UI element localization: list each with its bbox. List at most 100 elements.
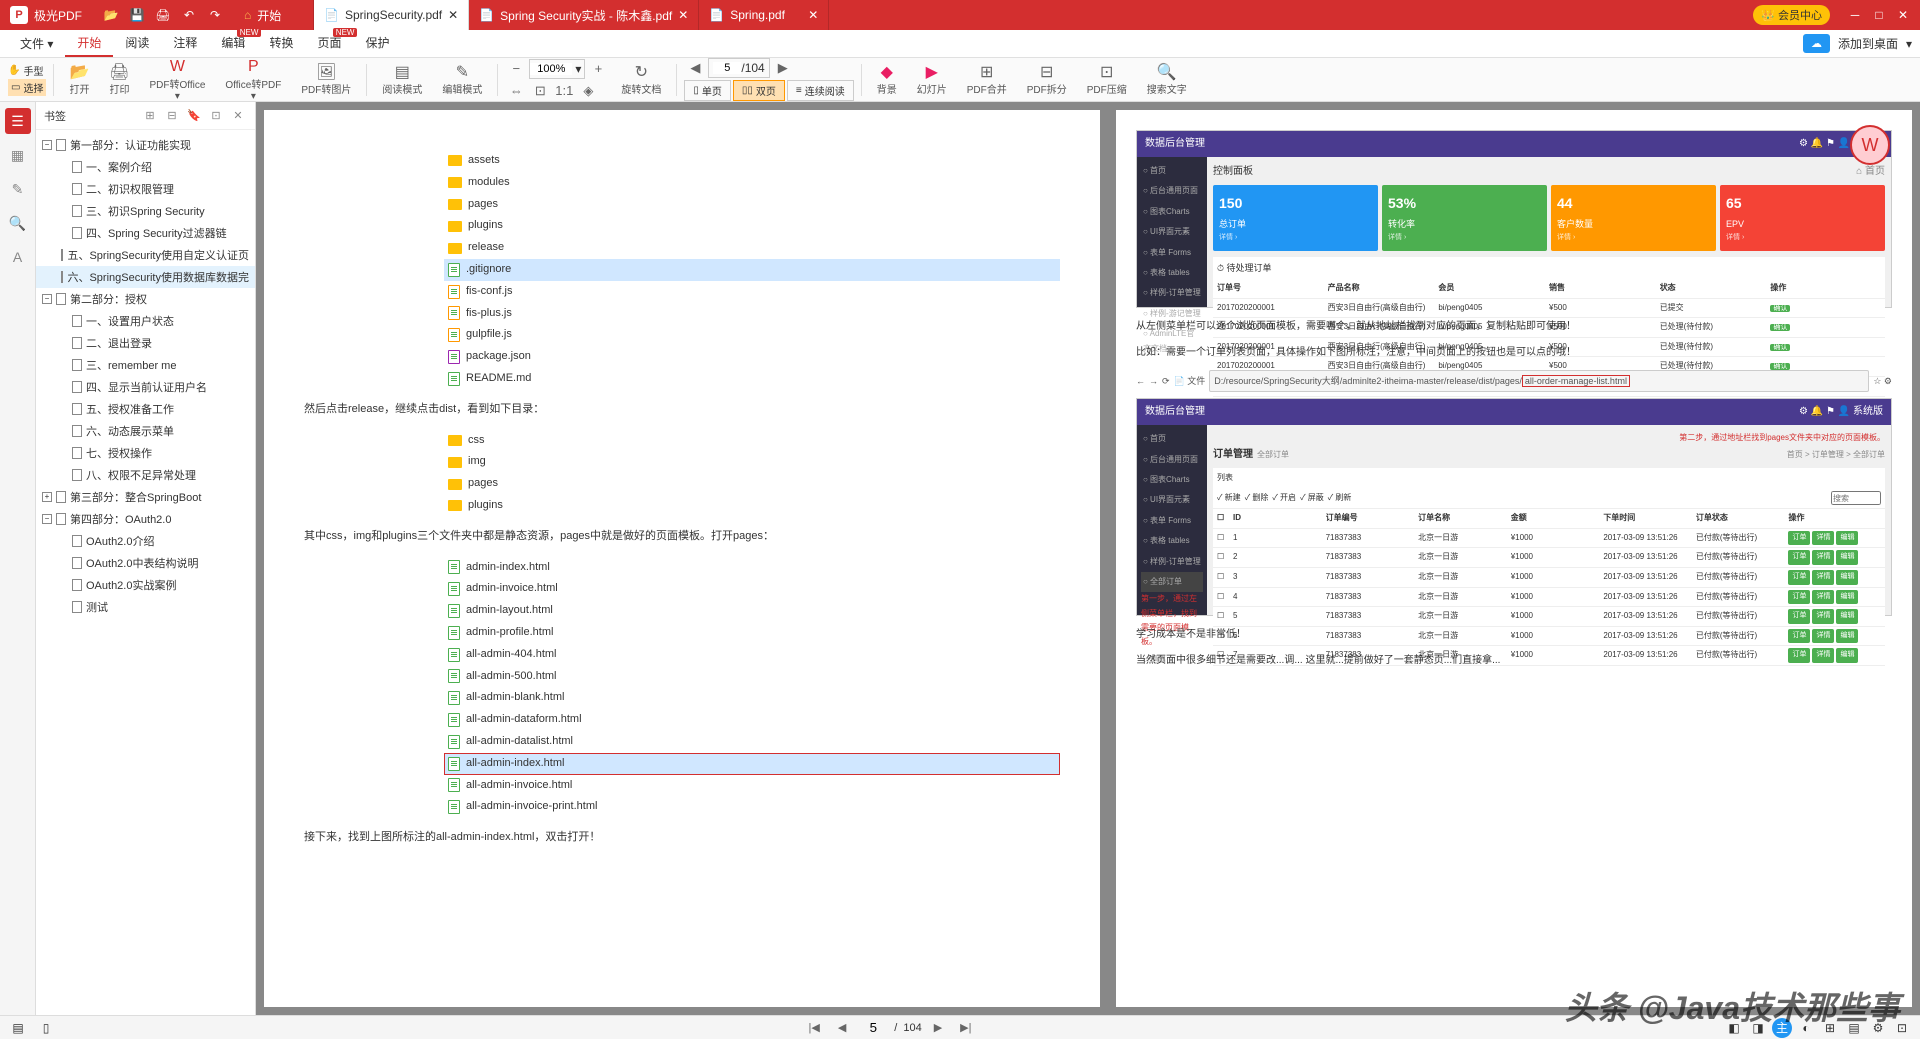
menu-item[interactable]: 注释 xyxy=(161,30,209,57)
background-button[interactable]: ◆背景 xyxy=(869,61,905,98)
bookmark-item[interactable]: 一、设置用户状态 xyxy=(36,310,255,332)
document-tab[interactable]: 📄Spring Security实战 - 陈木鑫.pdf✕ xyxy=(469,0,699,30)
sb-icon-5[interactable]: ▤ xyxy=(1844,1018,1864,1038)
slideshow-button[interactable]: ▶幻灯片 xyxy=(909,61,955,98)
open-button[interactable]: 📂打开 xyxy=(61,61,97,98)
zoom-input[interactable] xyxy=(530,63,572,75)
search-button[interactable]: 🔍搜索文字 xyxy=(1139,61,1195,98)
pdf-to-image-button[interactable]: 🖼PDF转图片 xyxy=(293,61,359,98)
menu-item[interactable]: 保护 xyxy=(353,30,401,57)
bookmark-item[interactable]: 五、授权准备工作 xyxy=(36,398,255,420)
sb-icon-1[interactable]: ◧ xyxy=(1724,1018,1744,1038)
read-mode-button[interactable]: ▤阅读模式 xyxy=(374,61,430,98)
bookmark-item[interactable]: −第二部分：授权 xyxy=(36,288,255,310)
sb-icon-4[interactable]: ⊞ xyxy=(1820,1018,1840,1038)
minimize-icon[interactable]: ─ xyxy=(1844,4,1866,26)
bookmark-item[interactable]: +第三部分：整合SpringBoot xyxy=(36,486,255,508)
tree-toggle-icon[interactable]: − xyxy=(42,140,52,150)
fit-width-icon[interactable]: ⇔ xyxy=(505,81,527,101)
page-input[interactable] xyxy=(713,62,741,74)
menu-item[interactable]: 开始 xyxy=(65,30,113,57)
tab-close-icon[interactable]: ✕ xyxy=(448,8,458,22)
menu-file[interactable]: 文件 ▾ xyxy=(8,31,65,56)
print-button[interactable]: 🖨打印 xyxy=(101,61,137,98)
bookmark-item[interactable]: 一、案例介绍 xyxy=(36,156,255,178)
bookmark-item[interactable]: 七、授权操作 xyxy=(36,442,255,464)
tree-toggle-icon[interactable]: − xyxy=(42,294,52,304)
bookmark-item[interactable]: 五、SpringSecurity使用自定义认证页 xyxy=(36,244,255,266)
edit-mode-button[interactable]: ✎编辑模式 xyxy=(434,61,490,98)
bookmark-item[interactable]: OAuth2.0中表结构说明 xyxy=(36,552,255,574)
sb-icon-3[interactable]: ◐ xyxy=(1796,1018,1816,1038)
bookmark-item[interactable]: 三、初识Spring Security xyxy=(36,200,255,222)
menu-item[interactable]: 阅读 xyxy=(113,30,161,57)
undo-icon[interactable]: ↶ xyxy=(178,4,200,26)
collapse-all-icon[interactable]: ⊟ xyxy=(163,107,181,125)
bookmark-item[interactable]: 六、SpringSecurity使用数据库数据完 xyxy=(36,266,255,288)
continuous-button[interactable]: ≡ 连续阅读 xyxy=(787,80,854,101)
next-page-icon[interactable]: ▶ xyxy=(772,58,794,78)
compress-button[interactable]: ⊡PDF压缩 xyxy=(1079,61,1135,98)
maximize-icon[interactable]: □ xyxy=(1868,4,1890,26)
print-icon[interactable]: 🖨 xyxy=(152,4,174,26)
sidebar-close-icon[interactable]: ✕ xyxy=(229,107,247,125)
merge-button[interactable]: ⊞PDF合并 xyxy=(959,61,1015,98)
menu-item[interactable]: 页面NEW xyxy=(305,30,353,57)
office-to-pdf-button[interactable]: POffice转PDF ▾ xyxy=(217,56,289,104)
zoom-in-icon[interactable]: + xyxy=(587,59,609,79)
pdf-to-office-button[interactable]: WPDF转Office ▾ xyxy=(141,56,213,104)
actual-size-icon[interactable]: 1:1 xyxy=(553,81,575,101)
bookmark-item[interactable]: OAuth2.0实战案例 xyxy=(36,574,255,596)
document-tab[interactable]: 📄SpringSecurity.pdf✕ xyxy=(314,0,469,30)
menu-more-icon[interactable]: ▾ xyxy=(1906,37,1912,51)
bookmark-item[interactable]: 四、显示当前认证用户名 xyxy=(36,376,255,398)
bookmark-options-icon[interactable]: ⊡ xyxy=(207,107,225,125)
next-page-button[interactable]: ▶ xyxy=(928,1019,948,1036)
bookmark-item[interactable]: 六、动态展示菜单 xyxy=(36,420,255,442)
comments-rail-icon[interactable]: ✎ xyxy=(5,176,31,202)
sb-icon-7[interactable]: ⊡ xyxy=(1892,1018,1912,1038)
bookmark-add-icon[interactable]: 🔖 xyxy=(185,107,203,125)
attachments-rail-icon[interactable]: 🔍 xyxy=(5,210,31,236)
double-page-button[interactable]: ▯▯ 双页 xyxy=(733,80,785,101)
menu-item[interactable]: 转换 xyxy=(257,30,305,57)
thumbnails-rail-icon[interactable]: ▦ xyxy=(5,142,31,168)
select-tool[interactable]: ▭ 选择 xyxy=(8,79,46,96)
tab-close-icon[interactable]: ✕ xyxy=(678,8,688,22)
prev-page-button[interactable]: ◀ xyxy=(832,1019,852,1036)
status-page-input[interactable] xyxy=(858,1020,888,1035)
bookmark-item[interactable]: 八、权限不足异常处理 xyxy=(36,464,255,486)
zoom-out-icon[interactable]: − xyxy=(505,59,527,79)
menu-item[interactable]: 编辑NEW xyxy=(209,30,257,57)
sb-page-icon[interactable]: ▯ xyxy=(36,1018,56,1038)
document-tab[interactable]: 📄Spring.pdf✕ xyxy=(699,0,829,30)
split-button[interactable]: ⊟PDF拆分 xyxy=(1019,61,1075,98)
bookmark-item[interactable]: −第一部分：认证功能实现 xyxy=(36,134,255,156)
vip-badge[interactable]: 👑 会员中心 xyxy=(1753,5,1830,25)
layers-rail-icon[interactable]: A xyxy=(5,244,31,270)
bookmark-item[interactable]: OAuth2.0介绍 xyxy=(36,530,255,552)
bookmark-item[interactable]: 三、remember me xyxy=(36,354,255,376)
last-page-button[interactable]: ▶| xyxy=(954,1019,977,1036)
fit-visible-icon[interactable]: ◈ xyxy=(577,81,599,101)
save-icon[interactable]: 💾 xyxy=(126,4,148,26)
bookmark-item[interactable]: 二、初识权限管理 xyxy=(36,178,255,200)
open-file-icon[interactable]: 📂 xyxy=(100,4,122,26)
add-desktop-link[interactable]: 添加到桌面 xyxy=(1838,35,1898,52)
float-word-button[interactable]: W xyxy=(1850,125,1890,165)
sb-icon-2[interactable]: ◨ xyxy=(1748,1018,1768,1038)
hand-tool[interactable]: ✋ 手型 xyxy=(8,63,46,78)
tree-toggle-icon[interactable]: − xyxy=(42,514,52,524)
sb-icon-6[interactable]: ⚙ xyxy=(1868,1018,1888,1038)
fit-page-icon[interactable]: ⊡ xyxy=(529,81,551,101)
zoom-dropdown-icon[interactable]: ▾ xyxy=(572,62,584,76)
bookmark-item[interactable]: 二、退出登录 xyxy=(36,332,255,354)
tree-toggle-icon[interactable]: + xyxy=(42,492,52,502)
first-page-button[interactable]: |◀ xyxy=(802,1019,825,1036)
bookmark-item[interactable]: 四、Spring Security过滤器链 xyxy=(36,222,255,244)
rotate-button[interactable]: ↻旋转文档 xyxy=(613,61,669,98)
single-page-button[interactable]: ▯ 单页 xyxy=(684,80,731,101)
bookmark-item[interactable]: −第四部分：OAuth2.0 xyxy=(36,508,255,530)
document-tab[interactable]: ⌂开始 xyxy=(234,0,314,30)
expand-all-icon[interactable]: ⊞ xyxy=(141,107,159,125)
